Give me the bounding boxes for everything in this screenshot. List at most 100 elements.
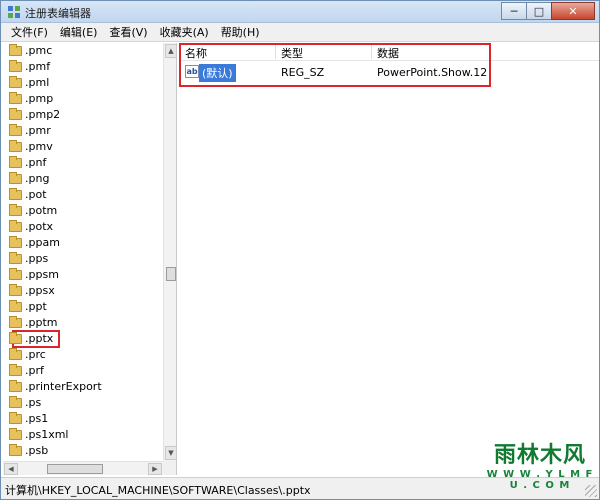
tree-item-label: .ppsm [25, 268, 59, 281]
tree-item[interactable]: .potx [3, 219, 161, 235]
folder-icon [9, 316, 22, 328]
folder-icon [9, 412, 22, 424]
watermark-url: W W W . Y L M F U . C O M [486, 469, 594, 491]
folder-icon [9, 252, 22, 264]
folder-icon [9, 92, 22, 104]
tree-item[interactable]: .pptm [3, 315, 161, 331]
tree-item-label: .pml [25, 76, 50, 89]
tree-item[interactable]: .pmc [3, 43, 161, 59]
tree-item[interactable]: .pml [3, 75, 161, 91]
scroll-up-arrow-icon[interactable]: ▲ [165, 44, 176, 58]
tree-item-label: .pot [25, 188, 47, 201]
tree-item-label: .pps [25, 252, 49, 265]
scroll-right-arrow-icon[interactable]: ▶ [148, 463, 162, 475]
tree-item[interactable]: .pmp [3, 91, 161, 107]
tree-item-label: .pmp [25, 92, 54, 105]
folder-icon [9, 172, 22, 184]
tree-item-label: .potx [25, 220, 54, 233]
tree-item-label: .ps [25, 396, 42, 409]
scroll-corner [163, 461, 176, 475]
window-controls: ─ □ ✕ [501, 2, 595, 20]
menu-view[interactable]: 查看(V) [103, 23, 153, 42]
vertical-scroll-thumb[interactable] [166, 267, 176, 281]
tree-item[interactable]: .pmp2 [3, 107, 161, 123]
tree-item[interactable]: .pps [3, 251, 161, 267]
folder-icon [9, 268, 22, 280]
tree-item-selected[interactable]: .pptx [9, 330, 60, 348]
tree-item-label: .pptx [25, 332, 54, 345]
tree-item-label: .png [25, 172, 50, 185]
tree-item[interactable]: .ppt [3, 299, 161, 315]
tree-item-label: .ppsx [25, 284, 55, 297]
horizontal-scroll-thumb[interactable] [47, 464, 103, 474]
folder-icon [9, 188, 22, 200]
tree-item[interactable]: .potm [3, 203, 161, 219]
regedit-app-icon [8, 6, 20, 18]
maximize-button[interactable]: □ [526, 2, 552, 20]
tree-item[interactable]: .ppam [3, 235, 161, 251]
registry-key-tree: .pmc .pmf .pml .pmp .pmp2 .pmr .pmv .pnf .png .po… [3, 43, 177, 475]
tree-item[interactable]: .pnf [3, 155, 161, 171]
folder-icon [9, 348, 22, 360]
folder-icon [9, 236, 22, 248]
folder-icon [9, 60, 22, 72]
folder-icon [9, 220, 22, 232]
tree-item[interactable]: .ps [3, 395, 161, 411]
tree-item-label: .prf [25, 364, 44, 377]
tree-item-label: .pptm [25, 316, 58, 329]
folder-icon [9, 108, 22, 120]
title-bar[interactable]: 注册表编辑器 ─ □ ✕ [1, 1, 599, 23]
tree-item-label: .potm [25, 204, 58, 217]
tree-item-label: .pmc [25, 44, 53, 57]
folder-icon [9, 140, 22, 152]
folder-icon [9, 380, 22, 392]
watermark-logo: 雨林木风 W W W . Y L M F U . C O M [485, 441, 595, 497]
menu-bar: 文件(F) 编辑(E) 查看(V) 收藏夹(A) 帮助(H) [1, 23, 599, 42]
highlight-box-values [179, 43, 491, 87]
tree-item[interactable]: .prf [3, 363, 161, 379]
tree-horizontal-scrollbar[interactable]: ◀ ▶ [3, 461, 163, 475]
tree-item[interactable]: .ps1 [3, 411, 161, 427]
scroll-down-arrow-icon[interactable]: ▼ [165, 446, 176, 460]
tree-item[interactable]: .pot [3, 187, 161, 203]
menu-favorites[interactable]: 收藏夹(A) [154, 23, 215, 42]
regedit-window: 注册表编辑器 ─ □ ✕ 文件(F) 编辑(E) 查看(V) 收藏夹(A) 帮助… [0, 0, 600, 500]
folder-icon [9, 444, 22, 456]
window-title: 注册表编辑器 [25, 7, 91, 20]
tree-item[interactable]: .printerExport [3, 379, 161, 395]
watermark-logo-text: 雨林木风 [493, 442, 586, 468]
status-path: 计算机\HKEY_LOCAL_MACHINE\SOFTWARE\Classes\… [5, 484, 311, 497]
folder-icon [9, 156, 22, 168]
close-button[interactable]: ✕ [551, 2, 595, 20]
key-list: .pmc .pmf .pml .pmp .pmp2 .pmr .pmv .pnf .png .po… [3, 43, 161, 459]
menu-help[interactable]: 帮助(H) [215, 23, 266, 42]
tree-item-label: .ps1 [25, 412, 49, 425]
tree-item[interactable]: .pmf [3, 59, 161, 75]
tree-item[interactable]: .prc [3, 347, 161, 363]
menu-file[interactable]: 文件(F) [5, 23, 54, 42]
folder-icon [9, 124, 22, 136]
tree-item[interactable]: .pmv [3, 139, 161, 155]
tree-item-label: .prc [25, 348, 46, 361]
minimize-button[interactable]: ─ [501, 2, 527, 20]
tree-item-label: .psb [25, 444, 49, 457]
folder-icon [9, 332, 22, 344]
tree-item[interactable]: .ps1xml [3, 427, 161, 443]
tree-item-label: .ppam [25, 236, 60, 249]
tree-item-label: .pmr [25, 124, 51, 137]
tree-item-label: .pmp2 [25, 108, 61, 121]
tree-item[interactable]: .pmr [3, 123, 161, 139]
tree-item[interactable]: .ppsx [3, 283, 161, 299]
tree-item-label: .ppt [25, 300, 47, 313]
menu-edit[interactable]: 编辑(E) [54, 23, 104, 42]
tree-item-label: .pmv [25, 140, 53, 153]
tree-item[interactable]: .psb [3, 443, 161, 459]
tree-item[interactable]: .png [3, 171, 161, 187]
folder-icon [9, 428, 22, 440]
scroll-left-arrow-icon[interactable]: ◀ [4, 463, 18, 475]
folder-icon [9, 284, 22, 296]
tree-vertical-scrollbar[interactable]: ▲ ▼ [163, 43, 176, 461]
tree-item[interactable]: .ppsm [3, 267, 161, 283]
tree-item-label: .printerExport [25, 380, 102, 393]
folder-icon [9, 204, 22, 216]
